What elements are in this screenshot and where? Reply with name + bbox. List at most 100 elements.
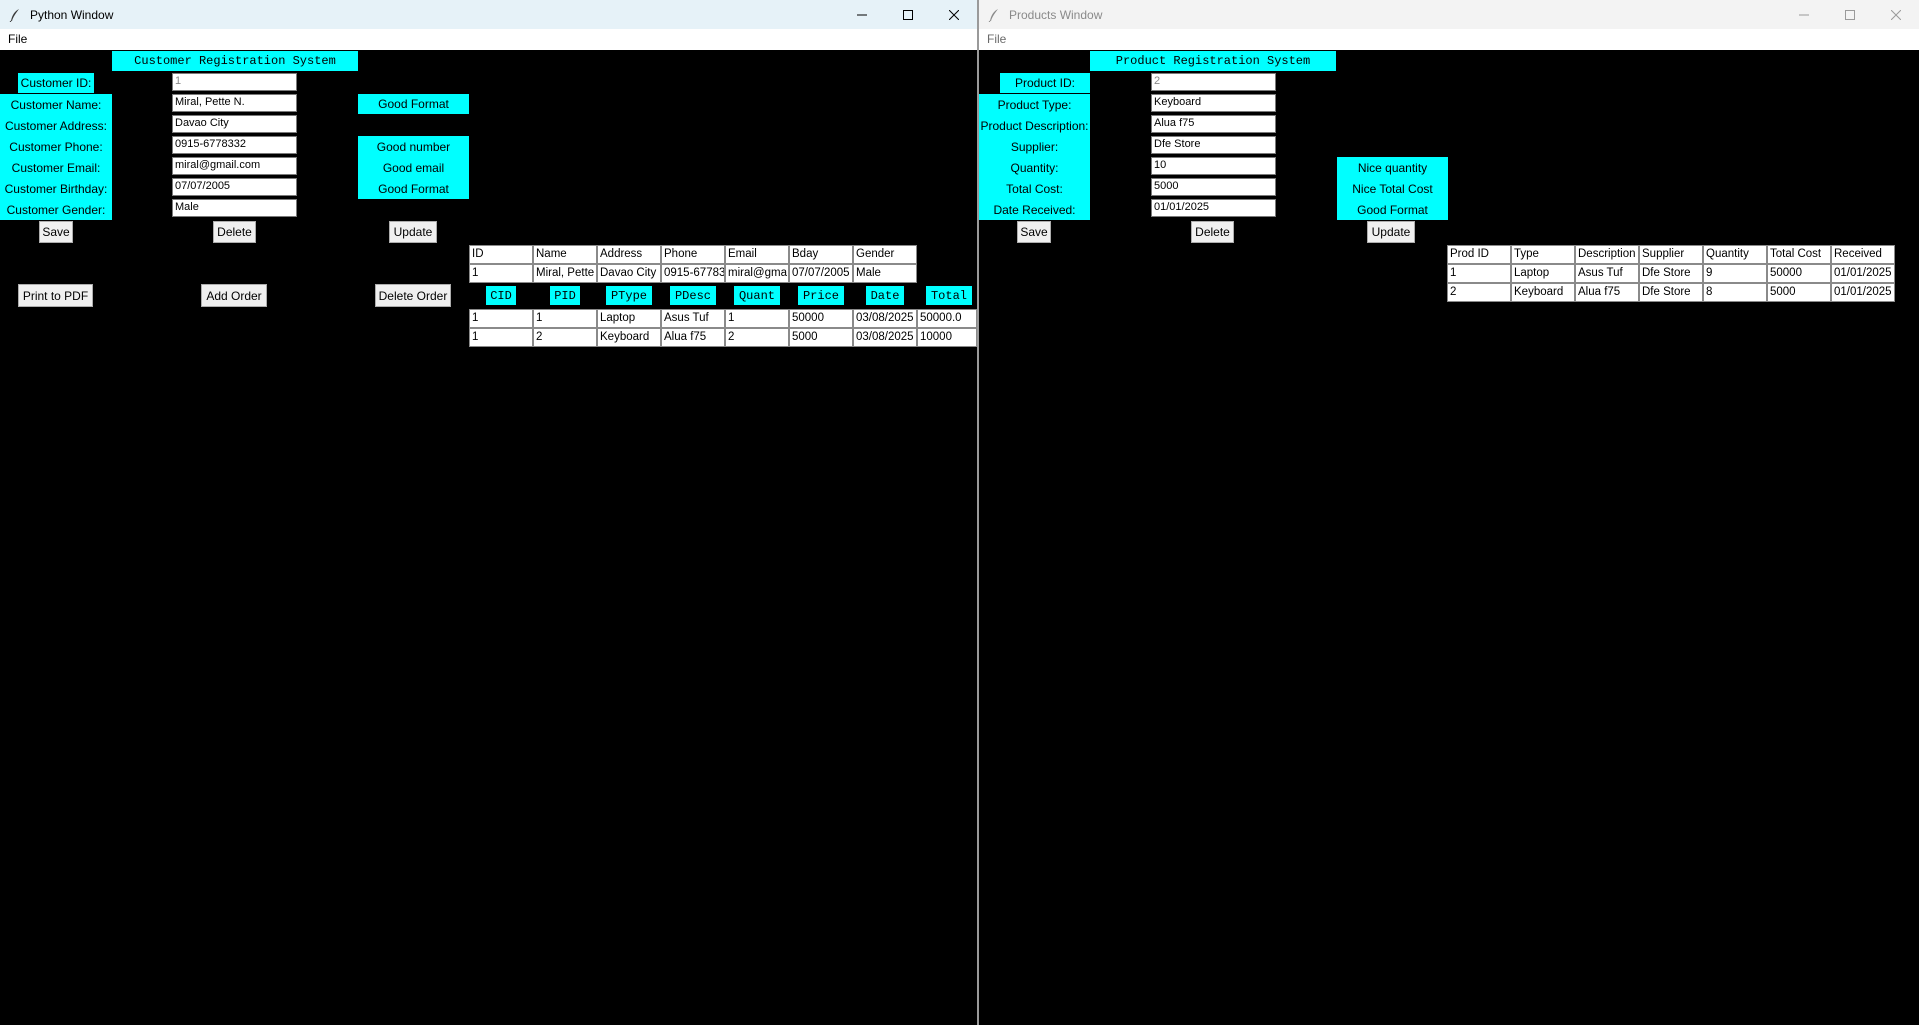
customer-table-header: ID [469,245,533,264]
customer-table-header: Phone [661,245,725,264]
customer-header: Customer Registration System [112,51,358,71]
product-table-cell[interactable]: 01/01/2025 [1831,264,1895,283]
order-table-cell[interactable]: 03/08/2025 [853,328,917,347]
print-pdf-button[interactable]: Print to PDF [18,284,93,307]
close-button[interactable] [1873,0,1919,29]
customer-table-cell[interactable]: Davao City [597,264,661,283]
order-table-cell[interactable]: 5000 [789,328,853,347]
supplier-input[interactable]: Dfe Store [1151,136,1276,154]
customer-name-input[interactable]: Miral, Pette N. [172,94,297,112]
customer-id-input[interactable]: 1 [172,73,297,91]
product-table-cell[interactable]: Dfe Store [1639,283,1703,302]
customer-id-label: Customer ID: [18,73,94,93]
product-table-cell[interactable]: Keyboard [1511,283,1575,302]
title-bar[interactable]: Products Window [979,0,1919,29]
product-table-header: Received [1831,245,1895,264]
update-button[interactable]: Update [389,221,437,243]
supplier-label: Supplier: [979,136,1090,157]
quantity-input[interactable]: 10 [1151,157,1276,175]
order-table-cell[interactable]: 03/08/2025 [853,309,917,328]
product-table-cell[interactable]: Laptop [1511,264,1575,283]
product-table-cell[interactable]: 1 [1447,264,1511,283]
order-table-cell[interactable]: 1 [725,309,789,328]
customer-table-cell[interactable]: Male [853,264,917,283]
total-cost-input[interactable]: 5000 [1151,178,1276,196]
product-table-cell[interactable]: 8 [1703,283,1767,302]
order-table-cell[interactable]: 50000 [789,309,853,328]
customer-address-input[interactable]: Davao City [172,115,297,133]
product-description-input[interactable]: Alua f75 [1151,115,1276,133]
customer-table-cell[interactable]: 1 [469,264,533,283]
product-table-cell[interactable]: 9 [1703,264,1767,283]
product-table-header: Quantity [1703,245,1767,264]
order-table-cell[interactable]: 1 [533,309,597,328]
product-table-cell[interactable]: 01/01/2025 [1831,283,1895,302]
order-header-date: Date [866,286,904,305]
file-menu[interactable]: File [8,32,27,46]
order-table-cell[interactable]: 2 [533,328,597,347]
customer-phone-input[interactable]: 0915-6778332 [172,136,297,154]
product-id-label: Product ID: [1000,73,1090,93]
product-type-input[interactable]: Keyboard [1151,94,1276,112]
order-table-cell[interactable]: 2 [725,328,789,347]
order-table-cell[interactable]: Alua f75 [661,328,725,347]
product-table-header: Type [1511,245,1575,264]
product-table-cell[interactable]: Asus Tuf [1575,264,1639,283]
product-table-header: Description [1575,245,1639,264]
order-header-pid: PID [550,286,580,305]
delete-button[interactable]: Delete [1191,221,1234,243]
delete-order-button[interactable]: Delete Order [375,284,451,307]
product-description-label: Product Description: [979,115,1090,136]
order-table-cell[interactable]: Laptop [597,309,661,328]
product-table-header: Supplier [1639,245,1703,264]
date-received-label: Date Received: [979,199,1090,220]
update-button[interactable]: Update [1367,221,1415,243]
menu-bar: File [979,29,1919,50]
product-table-cell[interactable]: 5000 [1767,283,1831,302]
maximize-button[interactable] [1827,0,1873,29]
maximize-button[interactable] [885,0,931,29]
customer-gender-input[interactable]: Male [172,199,297,217]
close-button[interactable] [931,0,977,29]
customer-birthday-input[interactable]: 07/07/2005 [172,178,297,196]
menu-bar: File [0,29,977,50]
product-table-cell[interactable]: Alua f75 [1575,283,1639,302]
minimize-button[interactable] [1781,0,1827,29]
delete-button[interactable]: Delete [213,221,256,243]
customer-table-cell[interactable]: 0915-67783 [661,264,725,283]
total-cost-label: Total Cost: [979,178,1090,199]
save-button[interactable]: Save [1017,221,1051,243]
order-table-cell[interactable]: 10000 [917,328,977,347]
customer-table-cell[interactable]: miral@gma [725,264,789,283]
date-received-input[interactable]: 01/01/2025 [1151,199,1276,217]
order-table-cell[interactable]: 50000.0 [917,309,977,328]
customer-gender-label: Customer Gender: [0,199,112,220]
customer-name-label: Customer Name: [0,94,112,115]
product-table-cell[interactable]: 2 [1447,283,1511,302]
product-id-input[interactable]: 2 [1151,73,1276,91]
order-table-cell[interactable]: 1 [469,309,533,328]
minimize-button[interactable] [839,0,885,29]
customer-table-header: Name [533,245,597,264]
file-menu[interactable]: File [987,32,1006,46]
add-order-button[interactable]: Add Order [201,284,267,307]
customer-email-label: Customer Email: [0,157,112,178]
save-button[interactable]: Save [39,221,73,243]
order-table-cell[interactable]: Asus Tuf [661,309,725,328]
order-header-total: Total [926,286,972,305]
customer-table-cell[interactable]: 07/07/2005 [789,264,853,283]
title-bar[interactable]: Python Window [0,0,977,29]
feather-icon [8,8,22,22]
product-table-cell[interactable]: 50000 [1767,264,1831,283]
product-table-header: Prod ID [1447,245,1511,264]
customer-table-cell[interactable]: Miral, Pette [533,264,597,283]
order-table-cell[interactable]: Keyboard [597,328,661,347]
customer-table-header: Gender [853,245,917,264]
python-window: Python Window File Customer Registration… [0,0,977,1025]
quantity-label: Quantity: [979,157,1090,178]
window-title: Products Window [1009,7,1103,22]
customer-address-label: Customer Address: [0,115,112,136]
order-table-cell[interactable]: 1 [469,328,533,347]
product-table-cell[interactable]: Dfe Store [1639,264,1703,283]
customer-email-input[interactable]: miral@gmail.com [172,157,297,175]
